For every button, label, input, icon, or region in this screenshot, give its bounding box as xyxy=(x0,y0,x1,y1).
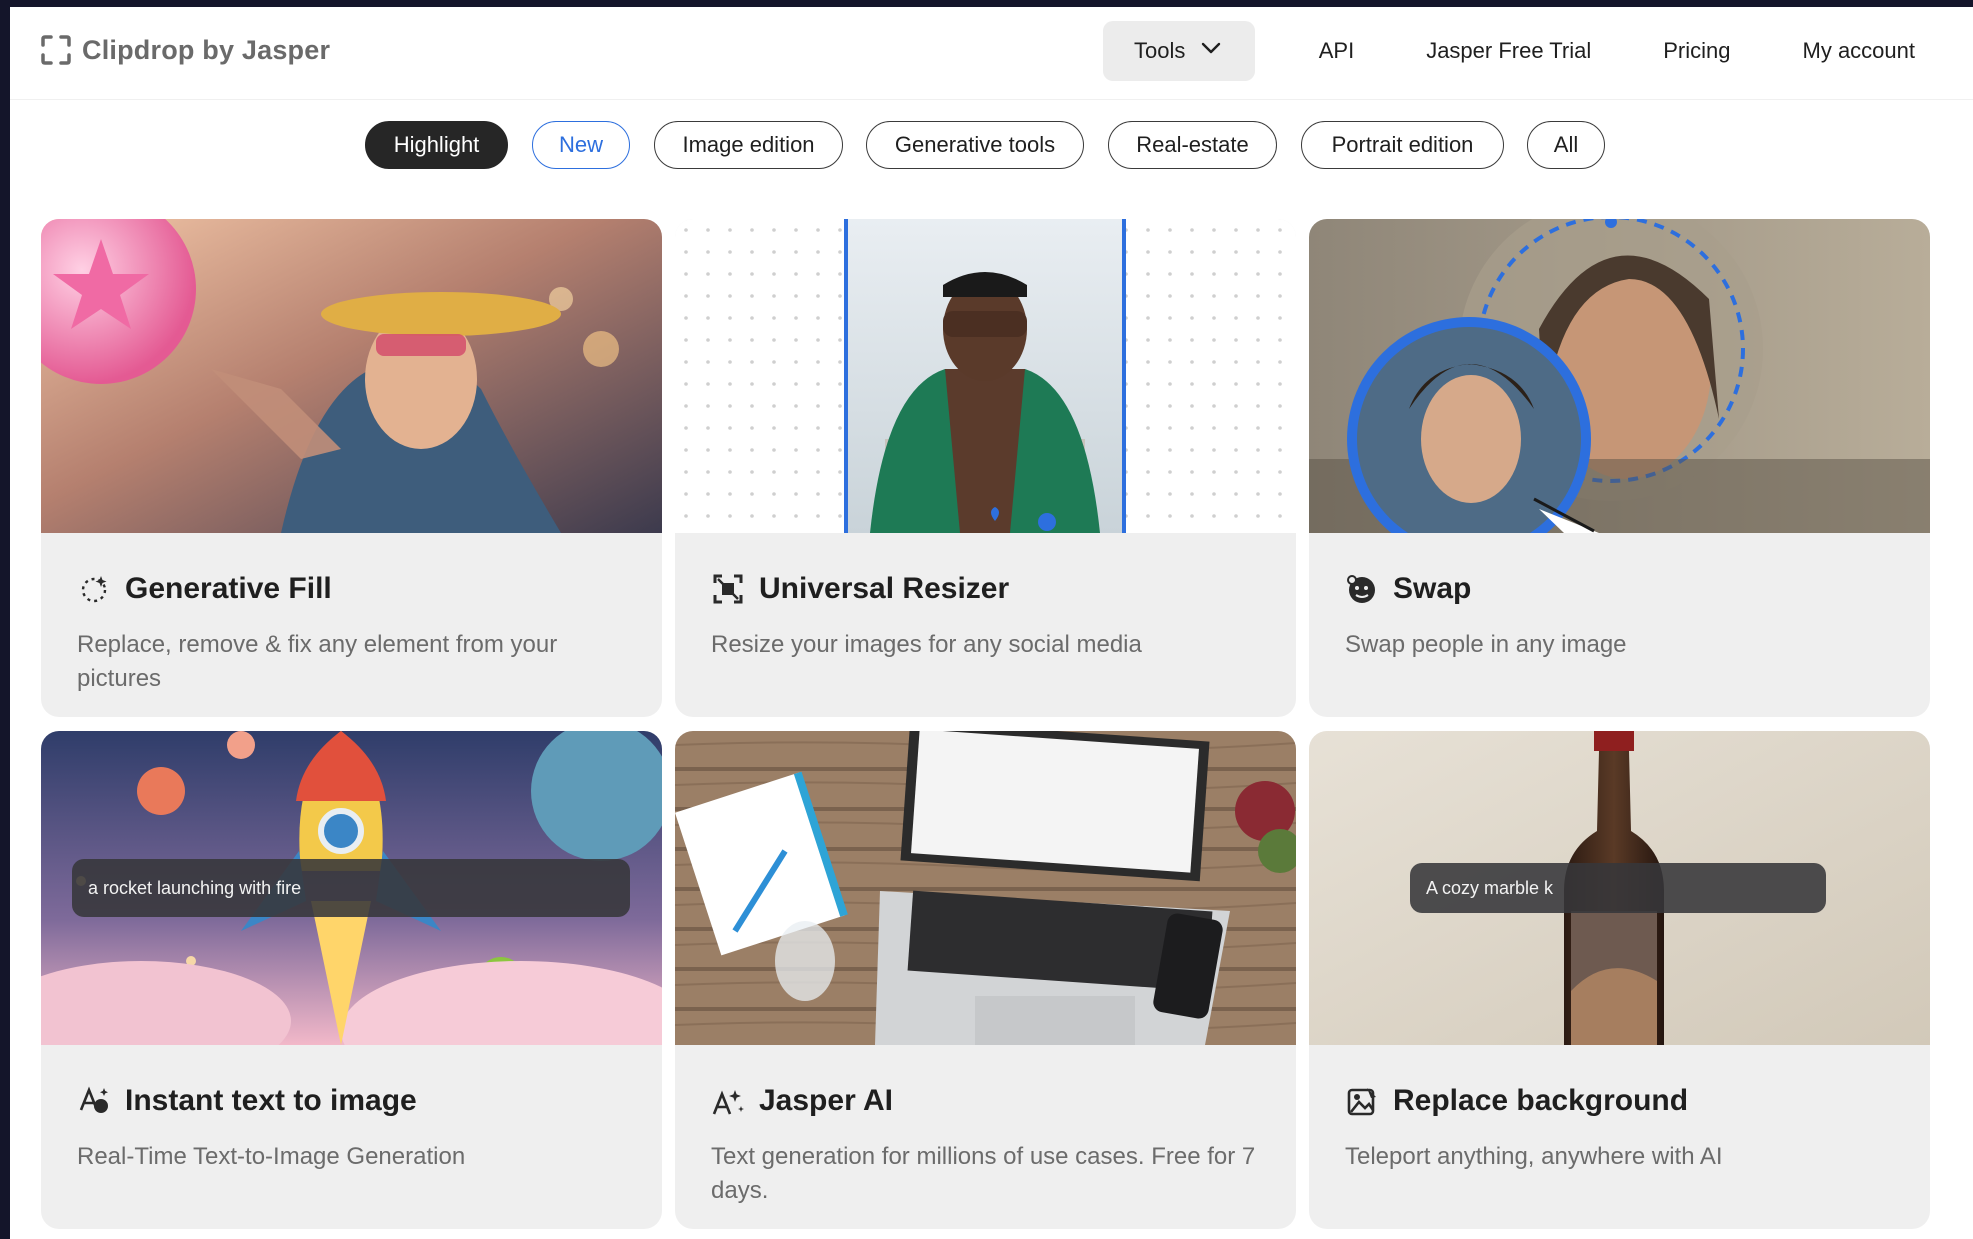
replace-background-icon xyxy=(1345,1084,1379,1118)
card-title-row: Generative Fill xyxy=(77,572,332,606)
generative-fill-preview-image xyxy=(41,219,662,533)
filter-chip-highlight[interactable]: Highlight xyxy=(365,121,508,169)
top-navbar: Clipdrop by Jasper Tools API Jasper Free… xyxy=(10,7,1973,99)
card-title-row: Universal Resizer xyxy=(711,572,1009,606)
card-title: Replace background xyxy=(1393,1084,1689,1117)
tool-card-replace-background[interactable]: A cozy marble k Replace background Telep… xyxy=(1309,731,1930,1229)
card-description: Real-Time Text-to-Image Generation xyxy=(77,1143,466,1170)
text-to-image-icon xyxy=(77,1084,111,1118)
tool-card-generative-fill[interactable]: Generative Fill Replace, remove & fix an… xyxy=(41,219,662,717)
card-description: Text generation for millions of use case… xyxy=(711,1143,1256,1204)
prompt-overlay: a rocket launching with fire xyxy=(72,859,630,917)
card-description: Resize your images for any social media xyxy=(711,631,1142,658)
filter-chip-all[interactable]: All xyxy=(1527,121,1605,169)
card-title: Instant text to image xyxy=(125,1084,417,1117)
nav-link-pricing[interactable]: Pricing xyxy=(1663,38,1730,64)
card-title: Swap xyxy=(1393,572,1472,605)
resize-frame-icon xyxy=(711,572,745,606)
category-filters: Highlight New Image edition Generative t… xyxy=(10,121,1973,171)
brand-name: Clipdrop by Jasper xyxy=(82,34,331,65)
card-title-row: Instant text to image xyxy=(77,1084,417,1118)
tool-card-instant-text-to-image[interactable]: a rocket launching with fire Instant tex… xyxy=(41,731,662,1229)
filter-chip-portrait-edition[interactable]: Portrait edition xyxy=(1301,121,1504,169)
nav-link-api[interactable]: API xyxy=(1319,38,1354,64)
filter-chip-real-estate[interactable]: Real-estate xyxy=(1108,121,1277,169)
card-title-row: Jasper AI xyxy=(711,1084,893,1118)
chevron-down-icon xyxy=(1199,36,1223,66)
card-description: Teleport anything, anywhere with AI xyxy=(1345,1143,1723,1170)
prompt-overlay: A cozy marble k xyxy=(1410,863,1826,913)
filter-chip-image-edition[interactable]: Image edition xyxy=(654,121,843,169)
jasper-ai-preview-image xyxy=(675,731,1296,1045)
tool-card-swap[interactable]: Swap Swap people in any image xyxy=(1309,219,1930,717)
universal-resizer-preview-image xyxy=(675,219,1296,533)
clipdrop-logo-icon xyxy=(40,34,72,66)
tools-label: Tools xyxy=(1134,38,1186,63)
sparkle-dashed-icon xyxy=(77,572,111,606)
card-title-row: Replace background xyxy=(1345,1084,1688,1118)
tool-card-jasper-ai[interactable]: Jasper AI Text generation for millions o… xyxy=(675,731,1296,1229)
tool-card-universal-resizer[interactable]: Universal Resizer Resize your images for… xyxy=(675,219,1296,717)
nav-link-my-account[interactable]: My account xyxy=(1803,38,1916,64)
card-title-row: Swap xyxy=(1345,572,1471,606)
card-title: Universal Resizer xyxy=(759,572,1010,605)
swap-preview-image xyxy=(1309,219,1930,533)
card-title: Jasper AI xyxy=(759,1084,893,1117)
ai-text-icon xyxy=(711,1084,745,1118)
filter-chip-generative-tools[interactable]: Generative tools xyxy=(866,121,1084,169)
nav-link-free-trial[interactable]: Jasper Free Trial xyxy=(1426,38,1591,64)
page: Clipdrop by Jasper Tools API Jasper Free… xyxy=(10,7,1973,1239)
card-description: Replace, remove & fix any element from y… xyxy=(77,631,558,692)
card-title: Generative Fill xyxy=(125,572,332,605)
brand-logo[interactable]: Clipdrop by Jasper xyxy=(40,34,330,66)
face-swap-icon xyxy=(1345,572,1379,606)
main-nav: Tools API Jasper Free Trial Pricing My a… xyxy=(1102,20,1973,82)
card-description: Swap people in any image xyxy=(1345,631,1627,658)
tools-dropdown-button[interactable]: Tools xyxy=(1102,21,1255,81)
filter-chip-new[interactable]: New xyxy=(532,121,630,169)
